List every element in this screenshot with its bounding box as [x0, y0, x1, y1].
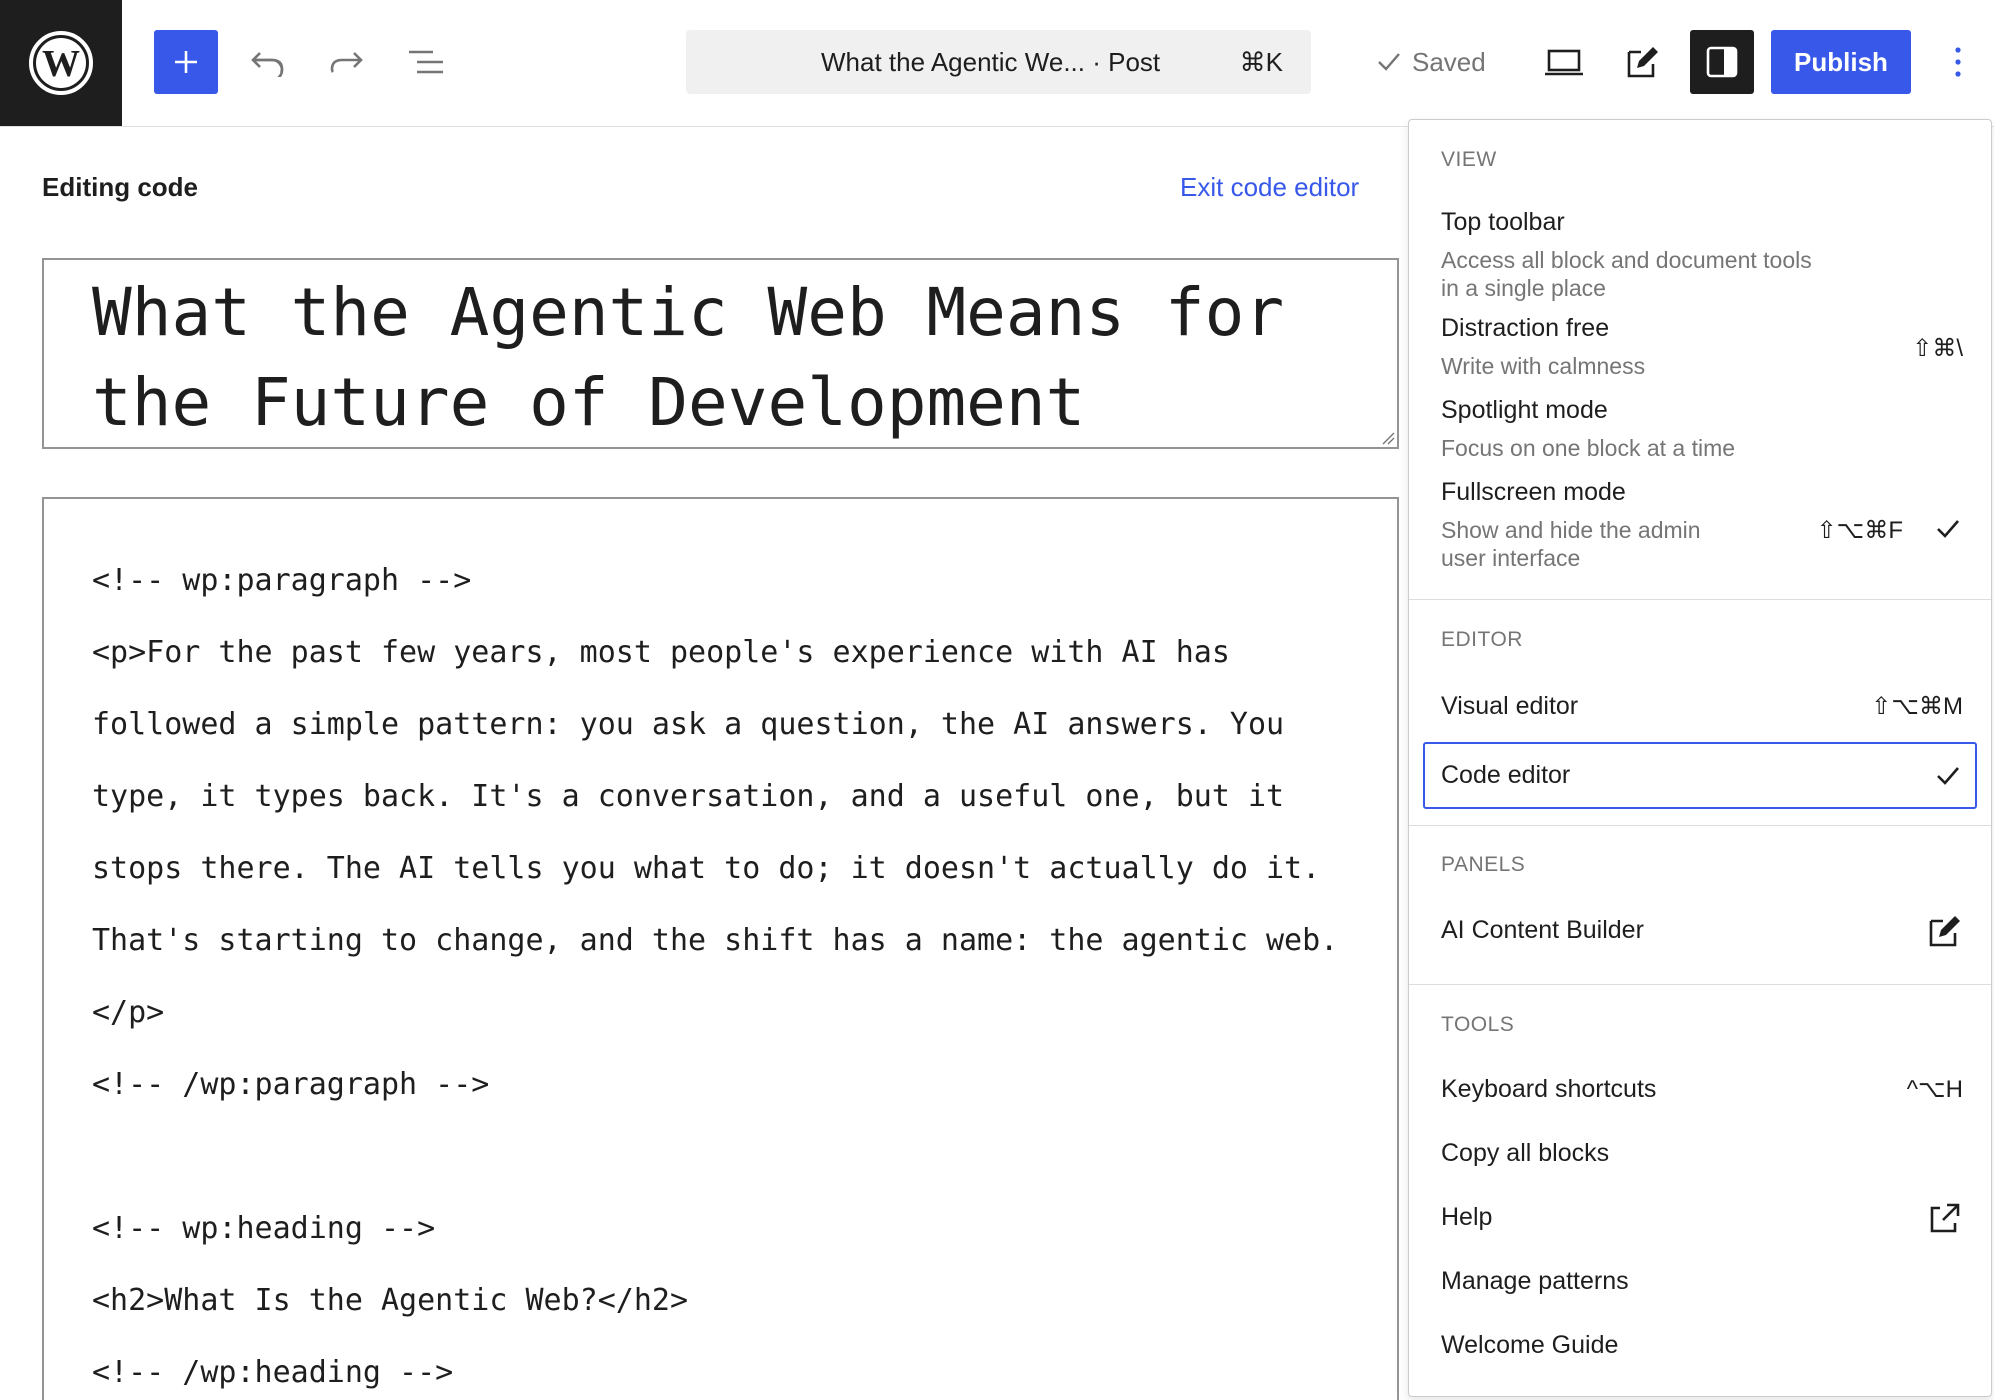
post-title-line: the Future of Development — [92, 364, 1086, 441]
editor-header: W What the Agentic We... · Post ⌘K Saved… — [0, 0, 1994, 127]
menu-item-copy-all-blocks[interactable]: Copy all blocks — [1409, 1124, 1991, 1184]
menu-group-label-view: VIEW — [1441, 148, 1497, 171]
settings-sidebar-button[interactable] — [1690, 30, 1754, 94]
saved-indicator: Saved — [1376, 30, 1486, 94]
menu-item-description: in a single place — [1441, 275, 1606, 301]
menu-divider — [1409, 984, 1991, 985]
code-line: </p> — [92, 995, 165, 1030]
menu-item-description: Write with calmness — [1441, 353, 1646, 379]
options-dropdown-menu: VIEW Top toolbar Access all block and do… — [1408, 119, 1992, 1397]
exit-code-editor-button[interactable]: Exit code editor — [1180, 172, 1359, 203]
menu-divider — [1409, 599, 1991, 600]
menu-item-title: Visual editor — [1441, 692, 1579, 720]
menu-item-help[interactable]: Help — [1409, 1188, 1991, 1248]
command-palette-bar[interactable]: What the Agentic We... · Post ⌘K — [686, 30, 1311, 94]
check-icon — [1378, 53, 1400, 71]
redo-button[interactable] — [314, 30, 378, 94]
code-line: <!-- wp:heading --> — [92, 1211, 436, 1246]
sidebar-icon — [1706, 46, 1738, 78]
menu-item-title: Manage patterns — [1441, 1267, 1629, 1295]
code-editor-textarea[interactable]: <!-- wp:paragraph --> <p>For the past fe… — [42, 497, 1399, 1400]
editing-code-label: Editing code — [42, 172, 198, 202]
code-line: <!-- /wp:paragraph --> — [92, 1067, 490, 1102]
desktop-icon — [1545, 49, 1583, 76]
code-line: stops there. The AI tells you what to do… — [92, 851, 1321, 886]
external-link-icon — [1930, 1203, 1960, 1233]
code-line: <p>For the past few years, most people's… — [92, 635, 1230, 670]
menu-group-label-editor: EDITOR — [1441, 628, 1523, 651]
resize-handle-icon[interactable] — [1381, 431, 1395, 445]
publish-button[interactable]: Publish — [1771, 30, 1911, 94]
more-vertical-icon — [1955, 47, 1961, 77]
menu-item-shortcut: ^⌥H — [1906, 1076, 1963, 1103]
menu-item-title: Top toolbar — [1441, 208, 1565, 236]
menu-item-shortcut: ⇧⌥⌘F — [1816, 517, 1903, 544]
edit-icon — [1929, 916, 1960, 947]
menu-item-title: Welcome Guide — [1441, 1331, 1619, 1359]
code-line: type, it types back. It's a conversation… — [92, 779, 1285, 814]
menu-item-welcome-guide[interactable]: Welcome Guide — [1409, 1316, 1991, 1376]
ai-content-builder-button[interactable] — [1611, 30, 1675, 94]
menu-item-top-toolbar[interactable]: Top toolbar Access all block and documen… — [1409, 200, 1991, 302]
edit-icon — [1627, 47, 1658, 78]
preview-button[interactable] — [1532, 30, 1596, 94]
code-line: <!-- /wp:heading --> — [92, 1355, 454, 1390]
menu-item-shortcut: ⇧⌥⌘M — [1871, 693, 1963, 720]
options-menu-button[interactable] — [1928, 30, 1988, 94]
menu-item-title: Fullscreen mode — [1441, 478, 1626, 506]
menu-item-code-editor[interactable]: Code editor — [1423, 742, 1977, 809]
menu-item-distraction-free[interactable]: Distraction free Write with calmness ⇧⌘\ — [1409, 312, 1991, 384]
menu-item-ai-content-builder[interactable]: AI Content Builder — [1409, 900, 1991, 964]
list-view-icon — [409, 50, 443, 74]
list-view-button[interactable] — [394, 30, 458, 94]
undo-icon — [251, 52, 284, 77]
redo-icon — [330, 52, 363, 73]
document-title: What the Agentic We... · Post — [821, 47, 1161, 77]
menu-item-keyboard-shortcuts[interactable]: Keyboard shortcuts ^⌥H — [1409, 1060, 1991, 1120]
menu-item-title: Copy all blocks — [1441, 1139, 1610, 1167]
menu-item-manage-patterns[interactable]: Manage patterns — [1409, 1252, 1991, 1312]
menu-item-title: Help — [1441, 1203, 1493, 1231]
code-line: <!-- wp:paragraph --> — [92, 563, 472, 598]
menu-group-label-tools: TOOLS — [1441, 1013, 1515, 1036]
wordpress-logo[interactable]: W — [0, 0, 122, 126]
undo-button[interactable] — [236, 30, 300, 94]
menu-item-title: Spotlight mode — [1441, 396, 1608, 424]
menu-group-label-panels: PANELS — [1441, 853, 1526, 876]
menu-item-visual-editor[interactable]: Visual editor ⇧⌥⌘M — [1409, 680, 1991, 736]
menu-item-title: AI Content Builder — [1441, 916, 1644, 944]
menu-item-spotlight-mode[interactable]: Spotlight mode Focus on one block at a t… — [1409, 394, 1991, 466]
command-shortcut: ⌘K — [1239, 47, 1283, 77]
post-title-line: What the Agentic Web Means for — [92, 274, 1285, 351]
menu-item-description: Focus on one block at a time — [1441, 435, 1736, 461]
svg-text:W: W — [42, 43, 80, 85]
menu-item-title: Code editor — [1441, 761, 1571, 789]
menu-item-description: Show and hide the admin — [1441, 517, 1701, 543]
post-title-textarea[interactable]: What the Agentic Web Means for the Futur… — [42, 258, 1399, 449]
menu-item-title: Keyboard shortcuts — [1441, 1075, 1657, 1103]
plus-icon — [175, 51, 197, 73]
document-type: · Post — [1092, 47, 1161, 77]
check-icon — [1937, 767, 1959, 785]
check-icon — [1937, 520, 1959, 538]
menu-item-description: Access all block and document tools — [1441, 247, 1812, 273]
code-line: That's starting to change, and the shift… — [92, 923, 1339, 958]
wordpress-logo-icon: W — [29, 31, 93, 95]
saved-label: Saved — [1412, 46, 1486, 77]
menu-item-shortcut: ⇧⌘\ — [1912, 335, 1963, 362]
code-line: <h2>What Is the Agentic Web?</h2> — [92, 1283, 689, 1318]
menu-divider — [1409, 825, 1991, 826]
menu-item-fullscreen-mode[interactable]: Fullscreen mode Show and hide the admin … — [1409, 476, 1991, 576]
menu-item-title: Distraction free — [1441, 314, 1610, 342]
code-line: followed a simple pattern: you ask a que… — [92, 707, 1285, 742]
block-inserter-button[interactable] — [154, 30, 218, 94]
menu-item-description: user interface — [1441, 545, 1581, 571]
